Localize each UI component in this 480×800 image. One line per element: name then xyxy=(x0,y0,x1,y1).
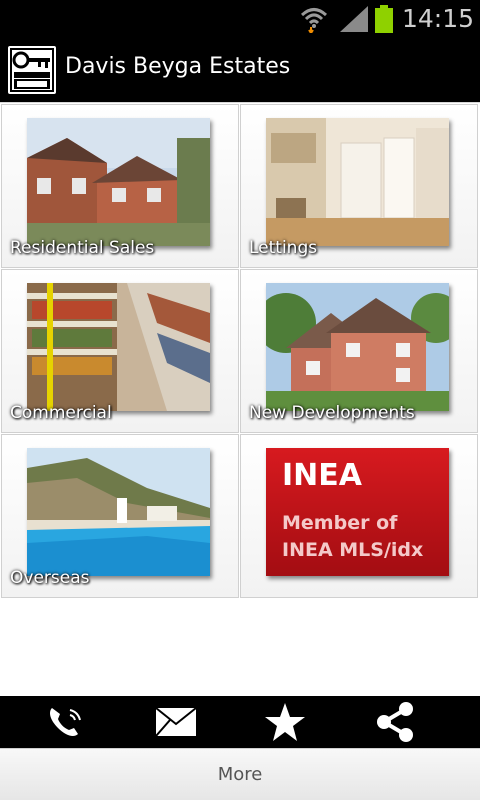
key-logo-icon[interactable] xyxy=(8,46,56,94)
tile-commercial[interactable]: Commercial xyxy=(1,269,239,433)
house-photo xyxy=(27,118,210,246)
mail-icon xyxy=(155,707,197,737)
inea-subtitle-2: INEA MLS/idx xyxy=(282,539,424,561)
tile-label: New Developments xyxy=(249,403,415,423)
more-button[interactable]: More xyxy=(0,748,480,800)
app-title: Davis Beyga Estates xyxy=(65,54,291,79)
tile-label: Lettings xyxy=(249,238,318,258)
shop-shelves-photo xyxy=(27,283,210,411)
tile-label: Overseas xyxy=(10,568,90,588)
bottom-toolbar xyxy=(0,696,480,748)
status-clock: 14:15 xyxy=(402,4,475,33)
battery-icon xyxy=(375,5,393,33)
new-house-photo xyxy=(266,283,449,411)
star-icon xyxy=(265,703,305,741)
status-bar: 14:15 xyxy=(0,0,480,38)
inea-title: INEA xyxy=(282,458,362,493)
tile-lettings[interactable]: Lettings xyxy=(240,104,478,268)
pool-photo xyxy=(27,448,210,576)
phone-button[interactable] xyxy=(35,700,95,744)
tile-residential-sales[interactable]: Residential Sales xyxy=(1,104,239,268)
favorite-button[interactable] xyxy=(255,700,315,744)
tile-label: Residential Sales xyxy=(10,238,155,258)
inea-banner: INEA Member of INEA MLS/idx xyxy=(266,448,449,576)
category-grid: Residential Sales Lettings Commercial Ne… xyxy=(0,102,480,598)
wifi-icon xyxy=(300,8,328,33)
tile-overseas[interactable]: Overseas xyxy=(1,434,239,598)
action-bar: Davis Beyga Estates xyxy=(0,38,480,102)
email-button[interactable] xyxy=(146,700,206,744)
more-label: More xyxy=(217,764,263,785)
share-button[interactable] xyxy=(365,700,425,744)
tile-new-developments[interactable]: New Developments xyxy=(240,269,478,433)
share-icon xyxy=(377,702,413,742)
inea-subtitle-1: Member of xyxy=(282,512,398,534)
tile-inea[interactable]: INEA Member of INEA MLS/idx xyxy=(240,434,478,598)
kitchen-photo xyxy=(266,118,449,246)
tile-label: Commercial xyxy=(10,403,112,423)
signal-icon xyxy=(340,6,368,32)
phone-icon xyxy=(50,708,81,736)
